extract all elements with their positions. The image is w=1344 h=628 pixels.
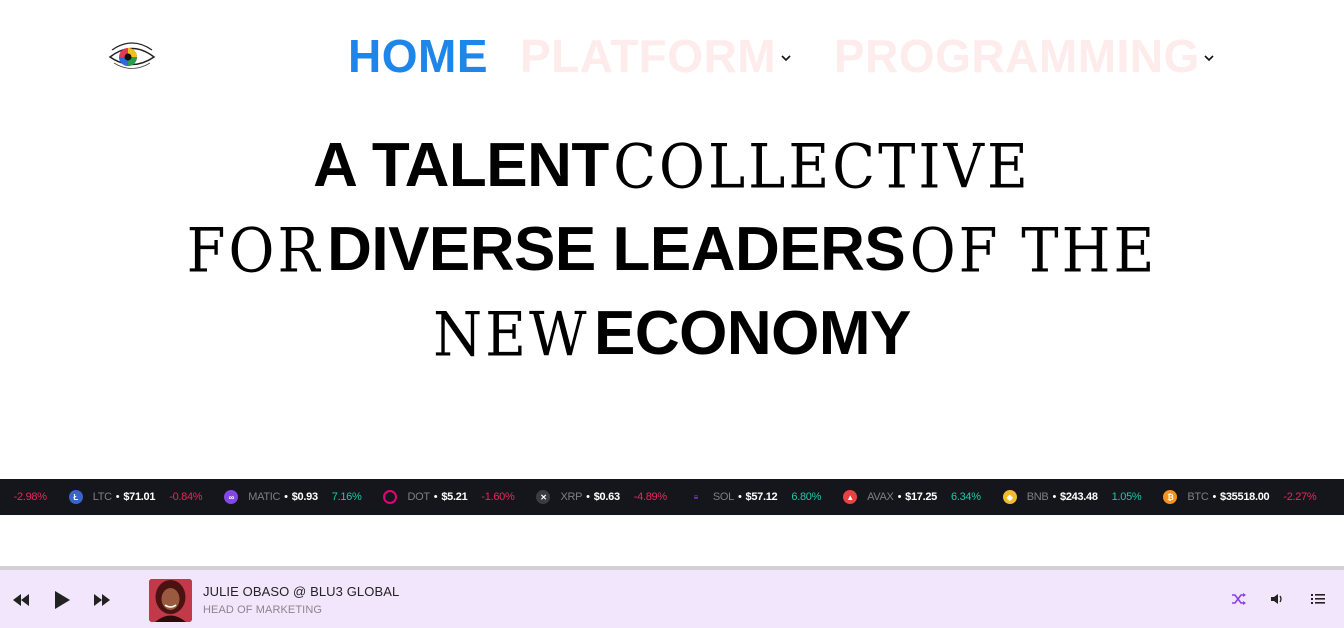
hero-thin-text: OF THE (909, 216, 1158, 287)
btc-icon: ₿ (1163, 490, 1178, 504)
ticker-change: 7.16% (331, 491, 362, 503)
volume-icon[interactable] (1268, 590, 1286, 608)
ticker-separator: • (1212, 491, 1217, 503)
ticker-symbol: LTC (92, 491, 112, 503)
ticker-symbol: SOL (712, 491, 734, 503)
nav-programming-link[interactable]: PROGRAMMING (834, 30, 1200, 82)
track-title: JULIE OBASO @ BLU3 GLOBAL (203, 584, 400, 599)
ticker-track: 52-2.98%ŁLTC•$71.01-0.84%∞MATIC•$0.937.1… (0, 479, 1338, 515)
bnb-icon: ◆ (1002, 490, 1017, 504)
chevron-down-icon[interactable] (1203, 50, 1215, 62)
ticker-price: $57.12 (745, 491, 778, 503)
avax-icon: ▲ (843, 490, 858, 504)
crypto-price-ticker: 52-2.98%ŁLTC•$71.01-0.84%∞MATIC•$0.937.1… (0, 479, 1344, 515)
hero-line-2: FOR DIVERSE LEADERS OF THE (0, 208, 1344, 292)
ticker-item: ∞ MATIC • $0.93 7.16% (224, 490, 362, 504)
ticker-change: 6.80% (791, 491, 822, 503)
top-nav: HOME PLATFORM PROGRAMMING (0, 0, 1344, 112)
dot-icon (383, 490, 398, 504)
ticker-symbol: MATIC (248, 491, 281, 503)
eye-logo-icon[interactable] (108, 42, 156, 72)
ticker-item: ▲ AVAX • $17.25 6.34% (843, 490, 981, 504)
shuffle-icon[interactable] (1230, 590, 1248, 608)
xrp-icon: ✕ (536, 490, 551, 504)
ticker-separator: • (586, 491, 590, 503)
audio-player-bar: JULIE OBASO @ BLU3 GLOBAL HEAD OF MARKET… (0, 566, 1344, 628)
ticker-separator: • (1052, 491, 1056, 503)
ticker-symbol: BTC (1187, 491, 1209, 503)
rewind-icon[interactable] (11, 590, 31, 610)
hero-headline: A TALENT COLLECTIVE FOR DIVERSE LEADERS … (0, 124, 1344, 376)
ticker-item: ₿ BTC • $35518.00 -2.27% (1163, 490, 1317, 504)
playlist-queue-icon[interactable] (1309, 590, 1327, 608)
ticker-price: $35518.00 (1220, 491, 1270, 503)
ticker-item: Ł LTC • $71.01 -0.84% (68, 490, 203, 504)
hero-thin-text: COLLECTIVE (613, 132, 1031, 203)
hero-thin-text: FOR (186, 216, 323, 287)
ticker-separator: • (284, 491, 288, 503)
ticker-change: -2.27% (1283, 491, 1317, 503)
matic-icon: ∞ (224, 490, 239, 504)
ticker-symbol: DOT (407, 491, 430, 503)
hero-bold-text: DIVERSE LEADERS (327, 215, 906, 284)
ticker-change: -2.98% (13, 491, 47, 503)
ticker-change: 1.05% (1111, 491, 1142, 503)
ticker-change: -1.60% (481, 491, 515, 503)
ltc-icon: Ł (68, 490, 83, 504)
ticker-change: -4.89% (633, 491, 667, 503)
ticker-symbol: BNB (1026, 491, 1049, 503)
ticker-item: ◆ BNB • $243.48 1.05% (1002, 490, 1142, 504)
ticker-change: 6.34% (951, 491, 981, 503)
hero-bold-text: A TALENT (313, 131, 609, 200)
fast-forward-icon[interactable] (92, 590, 112, 610)
hero-bold-text: ECONOMY (594, 299, 911, 368)
ticker-price: $0.63 (593, 491, 620, 503)
ticker-item: DOT • $5.21 -1.60% (383, 490, 515, 504)
ticker-price: $5.21 (441, 491, 468, 503)
ticker-separator: • (737, 491, 742, 503)
ticker-item: 52-2.98% (0, 491, 47, 503)
play-icon[interactable] (52, 590, 72, 610)
nav-home-link[interactable]: HOME (348, 30, 488, 82)
ticker-symbol: XRP (560, 491, 583, 503)
hero-thin-text: NEW (433, 300, 590, 371)
ticker-price: $243.48 (1060, 491, 1098, 503)
ticker-item: ≡ SOL • $57.12 6.80% (688, 490, 822, 504)
nav-platform-link[interactable]: PLATFORM (520, 30, 776, 82)
ticker-price: $17.25 (905, 491, 938, 503)
ticker-price: $0.93 (291, 491, 318, 503)
ticker-separator: • (433, 491, 438, 503)
hero-line-1: A TALENT COLLECTIVE (0, 124, 1344, 208)
chevron-down-icon[interactable] (780, 50, 792, 62)
ticker-separator: • (115, 491, 120, 503)
track-subtitle: HEAD OF MARKETING (203, 604, 323, 616)
hero-line-3: NEW ECONOMY (0, 292, 1344, 376)
speaker-avatar (149, 579, 192, 622)
ticker-item: ✕ XRP • $0.63 -4.89% (536, 490, 667, 504)
ticker-price: $71.01 (123, 491, 156, 503)
ticker-symbol: AVAX (867, 491, 894, 503)
sol-icon: ≡ (688, 490, 703, 504)
ticker-change: -0.84% (169, 491, 203, 503)
ticker-separator: • (897, 491, 902, 503)
